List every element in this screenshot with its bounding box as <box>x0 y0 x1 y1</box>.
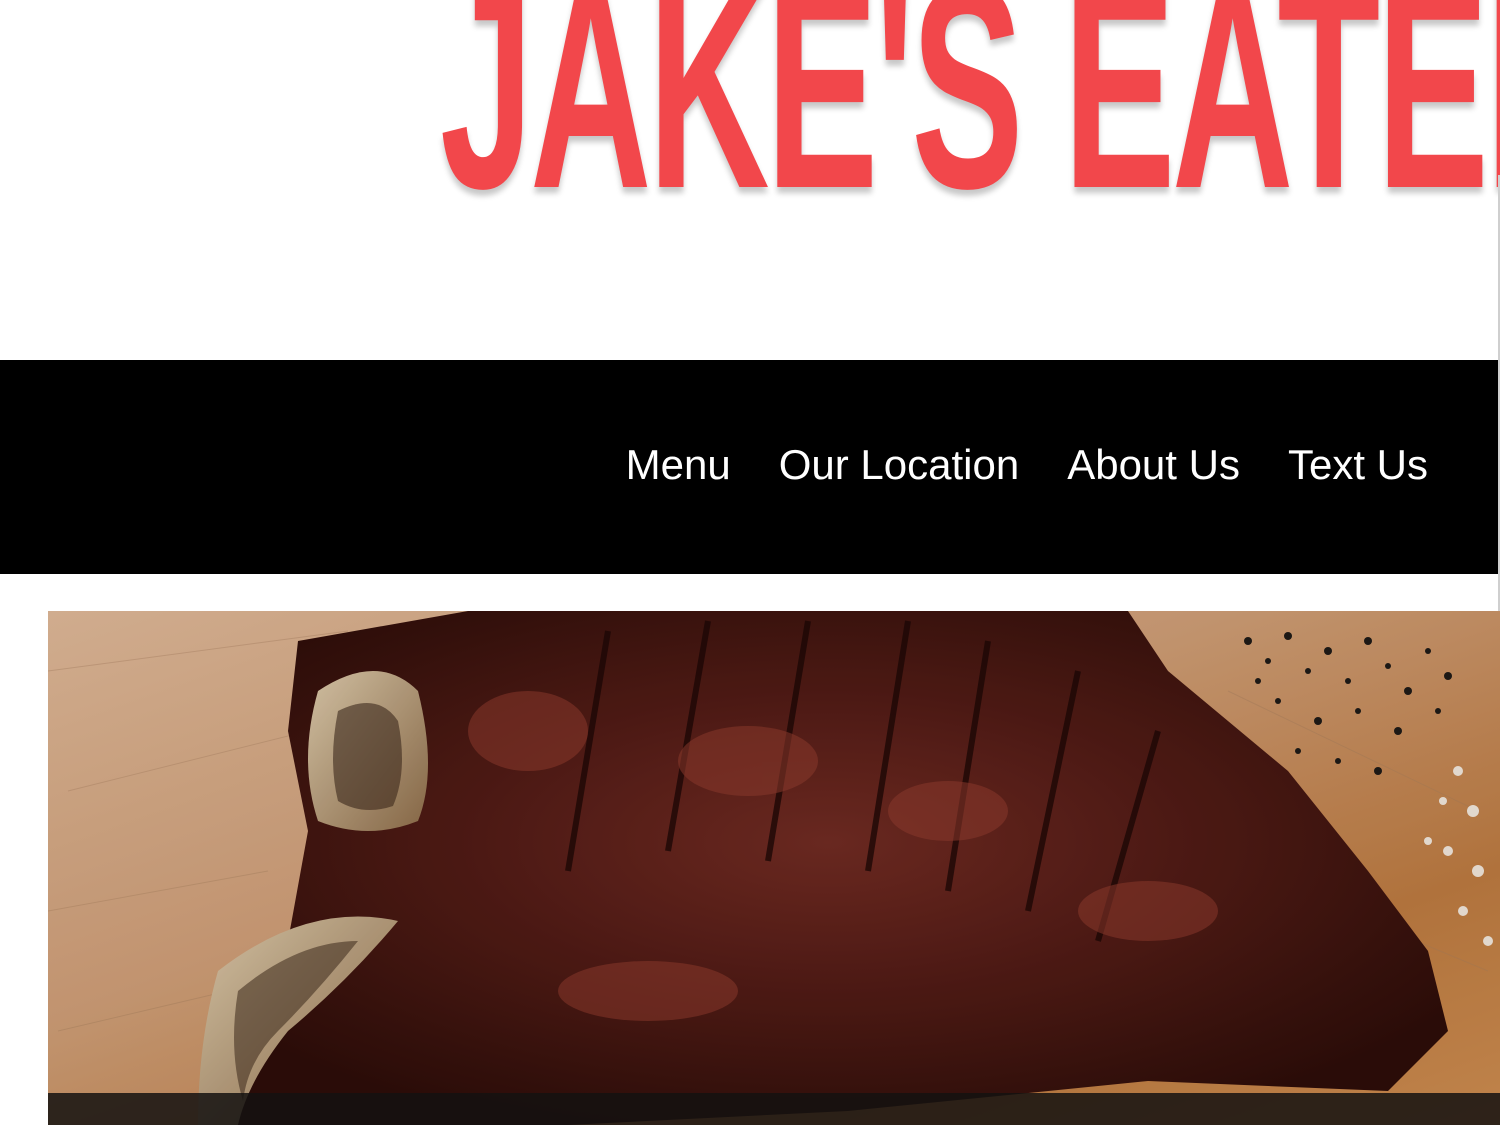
hero-caption-bar <box>48 1093 1500 1125</box>
nav-link-menu[interactable]: Menu <box>626 441 731 488</box>
hero-image <box>48 611 1500 1125</box>
page: JAKE'S EATERY Menu Our Location About Us… <box>0 0 1500 1125</box>
nav-list: Menu Our Location About Us Text Us <box>626 440 1428 490</box>
nav-link-about-us[interactable]: About Us <box>1067 441 1240 488</box>
nav-item-text-us: Text Us <box>1288 440 1428 490</box>
header: JAKE'S EATERY <box>0 0 1500 360</box>
nav-item-our-location: Our Location <box>779 440 1019 490</box>
nav-item-menu: Menu <box>626 440 731 490</box>
nav-link-our-location[interactable]: Our Location <box>779 441 1019 488</box>
nav-link-text-us[interactable]: Text Us <box>1288 441 1428 488</box>
steak-photo <box>48 611 1500 1125</box>
main-navigation: Menu Our Location About Us Text Us <box>0 360 1498 574</box>
site-logo[interactable]: JAKE'S EATERY <box>440 0 1500 232</box>
nav-item-about-us: About Us <box>1067 440 1240 490</box>
